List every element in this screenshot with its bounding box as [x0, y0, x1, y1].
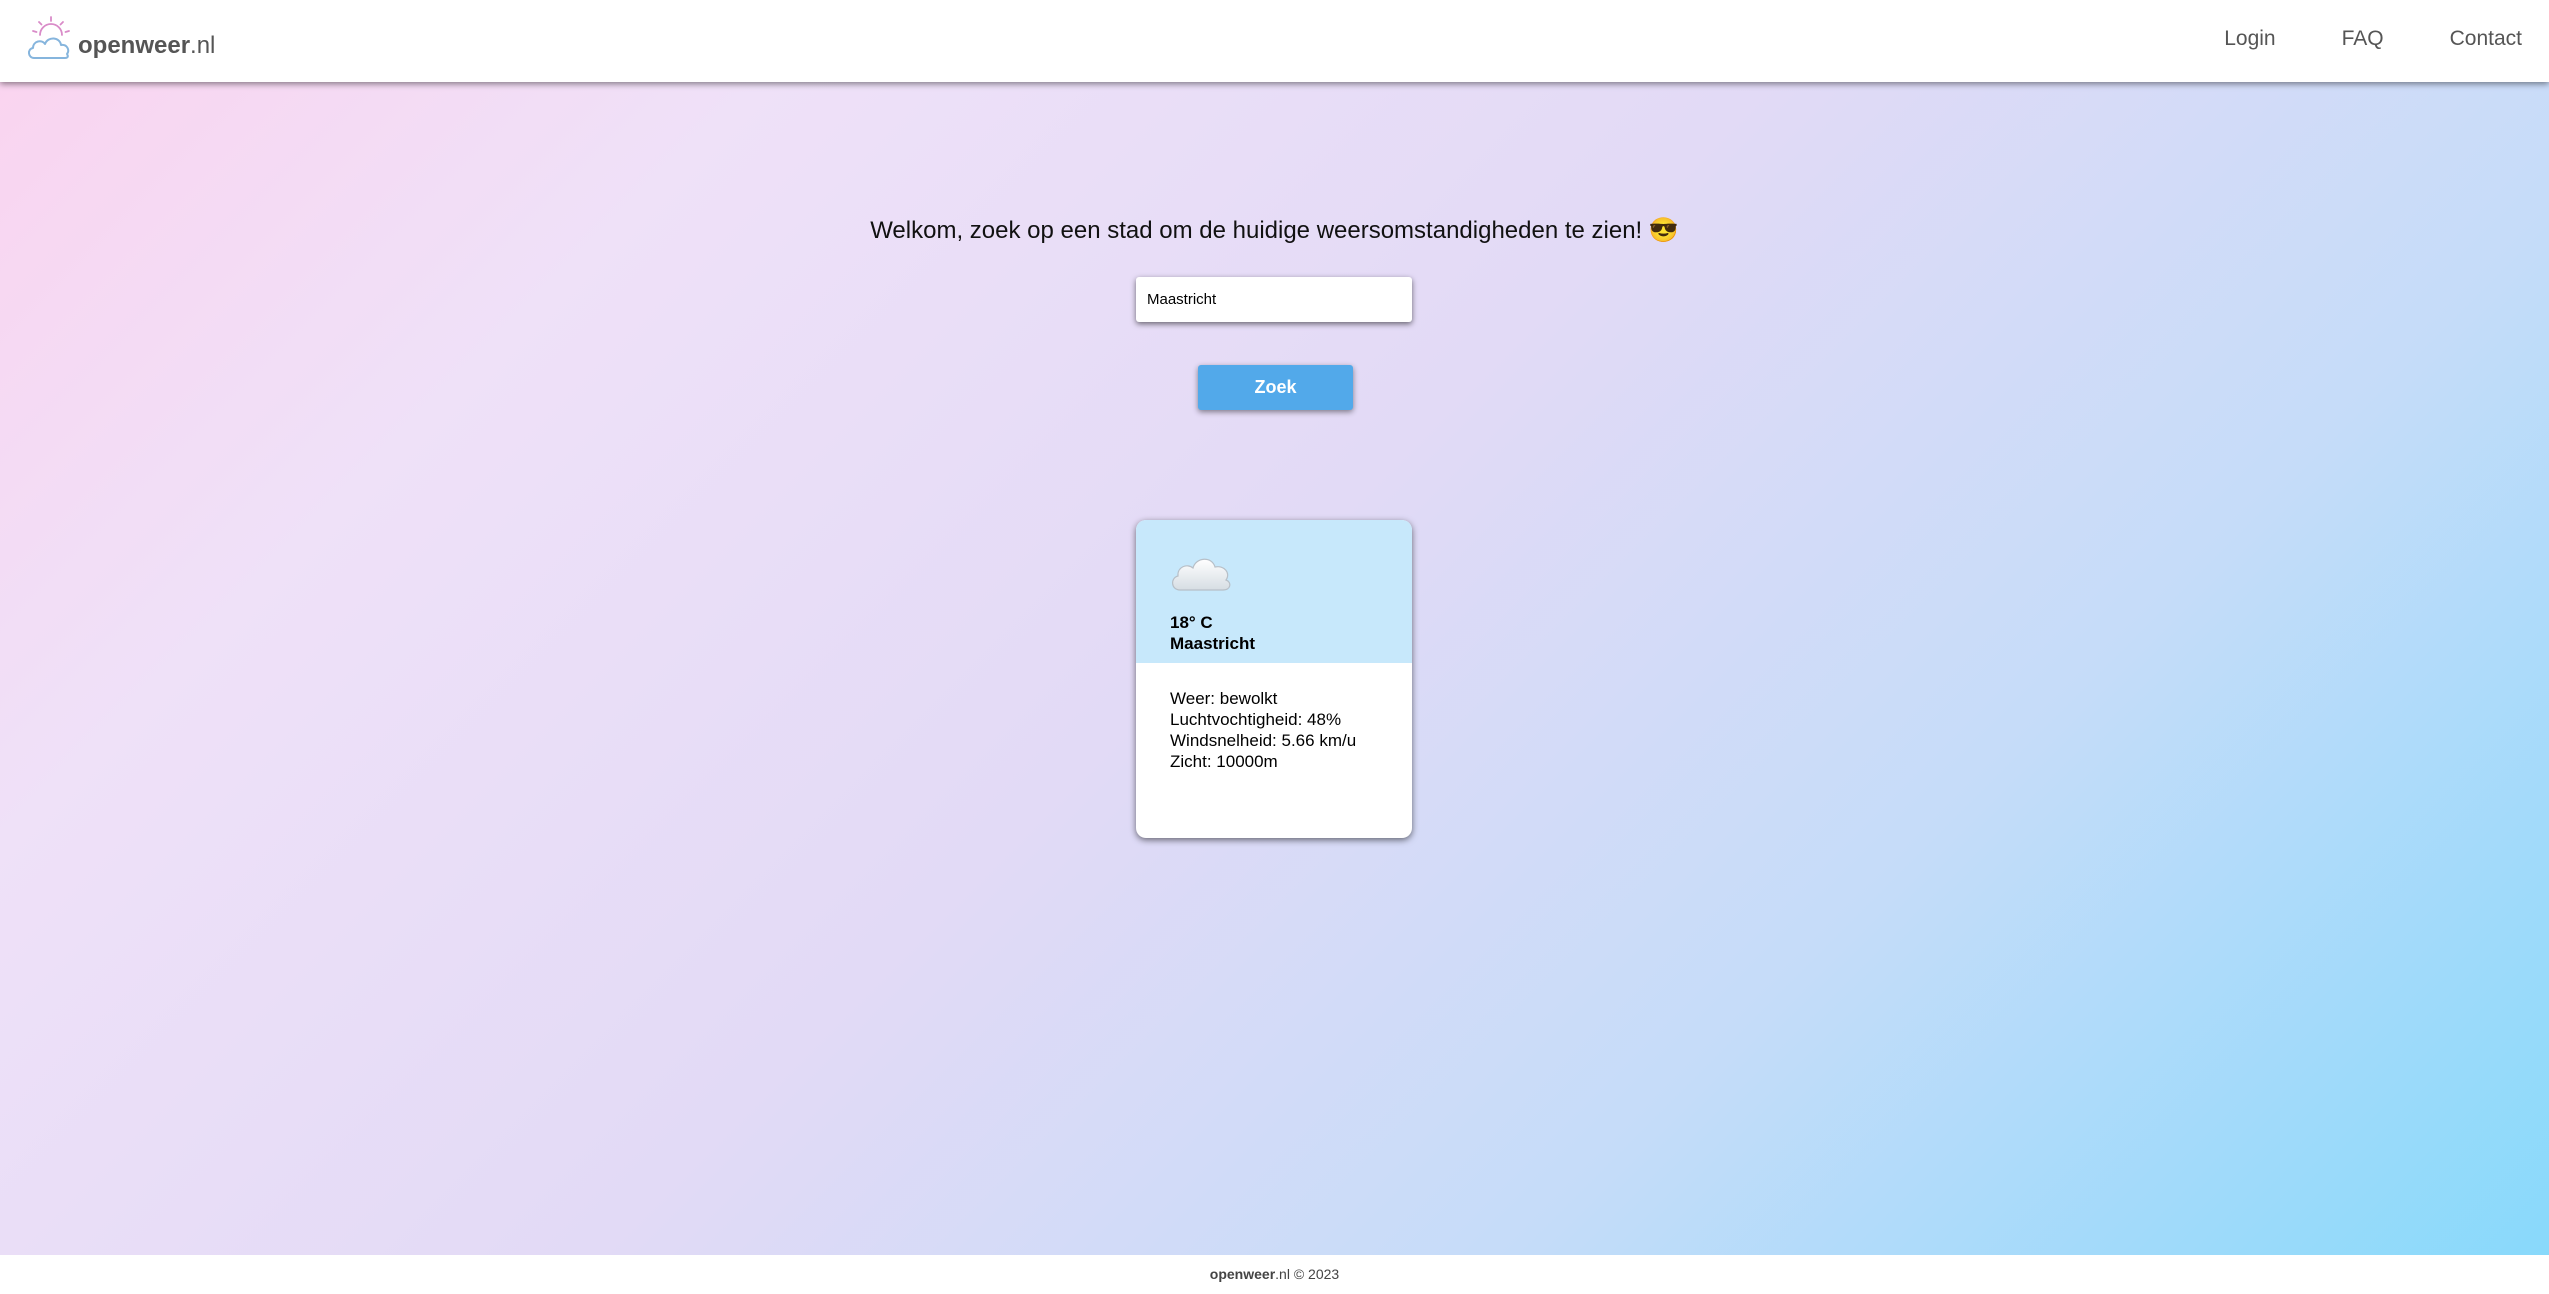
weather-card-header: 18° C Maastricht	[1136, 520, 1412, 663]
city-search-input[interactable]	[1136, 277, 1412, 322]
logo-suffix: .nl	[190, 32, 216, 59]
weather-details: Weer: bewolkt Luchtvochtigheid: 48% Wind…	[1170, 688, 1356, 772]
footer-brand: openweer	[1209, 1266, 1276, 1282]
weather-wind-speed: Windsnelheid: 5.66 km/u	[1170, 731, 1357, 750]
search-button[interactable]: Zoek	[1198, 365, 1353, 410]
nav-contact-link[interactable]: Contact	[2450, 26, 2522, 52]
welcome-text: Welkom, zoek op een stad om de huidige w…	[870, 217, 1679, 244]
weather-card: 18° C Maastricht Weer: bewolkt Luchtvoch…	[1136, 520, 1412, 838]
weather-temperature: 18° C	[1170, 613, 1213, 632]
nav-faq-link[interactable]: FAQ	[2342, 26, 2384, 52]
sun-cloud-icon	[28, 16, 70, 59]
cloud-icon	[1172, 558, 1231, 591]
logo-brand: openweer	[78, 32, 191, 59]
nav-login-link[interactable]: Login	[2224, 26, 2275, 52]
weather-visibility: Zicht: 10000m	[1170, 752, 1278, 771]
weather-city: Maastricht	[1170, 634, 1256, 653]
footer: openweer.nl © 2023	[0, 1255, 2549, 1294]
logo-text: openweer.nl	[78, 32, 215, 60]
weather-condition: Weer: bewolkt	[1170, 689, 1278, 708]
nav-links: Login FAQ Contact	[2224, 26, 2522, 52]
logo[interactable]: openweer.nl	[26, 14, 215, 62]
navbar: openweer.nl Login FAQ Contact	[0, 0, 2549, 82]
footer-copyright: .nl © 2023	[1275, 1266, 1340, 1282]
weather-humidity: Luchtvochtigheid: 48%	[1170, 710, 1342, 729]
